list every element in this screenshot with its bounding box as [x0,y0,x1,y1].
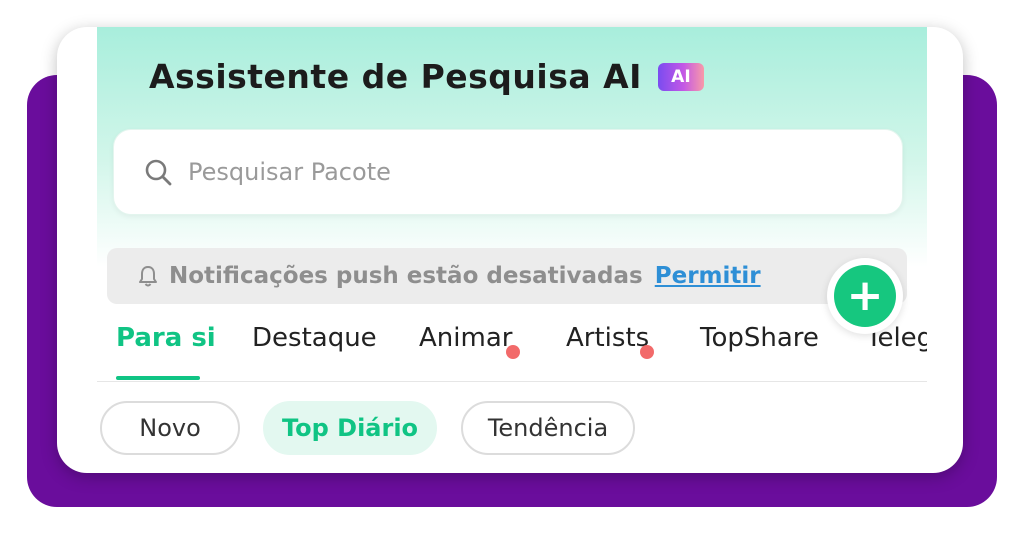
tab-para-si[interactable]: Para si [116,323,216,353]
category-tabs: Para si Destaque Animar Artists TopShare… [97,309,927,382]
page-title: Assistente de Pesquisa AI [149,57,642,96]
tab-animar-badge-dot [506,345,520,359]
tab-topshare[interactable]: TopShare [700,323,819,353]
search-bar[interactable] [113,129,903,215]
search-input[interactable] [186,157,790,187]
add-button[interactable]: + [827,258,903,334]
active-tab-indicator [116,376,200,380]
plus-icon: + [834,265,896,327]
search-icon [145,159,172,186]
chip-top-diario[interactable]: Top Diário [263,401,437,455]
chip-novo[interactable]: Novo [100,401,240,455]
notification-banner: Notificações push estão desativadas Perm… [107,248,907,304]
ai-badge: AI [657,62,704,91]
chip-tendencia[interactable]: Tendência [461,401,635,455]
tab-destaque[interactable]: Destaque [252,323,377,353]
tab-artists-badge-dot [640,345,654,359]
notification-message: Notificações push estão desativadas [169,263,643,289]
permit-link[interactable]: Permitir [655,263,761,289]
tab-animar[interactable]: Animar [419,323,512,353]
bell-icon [139,266,157,287]
screenshot-card: Assistente de Pesquisa AI AI Notificaçõe… [57,27,963,473]
header: Assistente de Pesquisa AI AI [149,57,704,96]
tab-artists[interactable]: Artists [566,323,649,353]
app-screen: Assistente de Pesquisa AI AI Notificaçõe… [97,27,927,473]
